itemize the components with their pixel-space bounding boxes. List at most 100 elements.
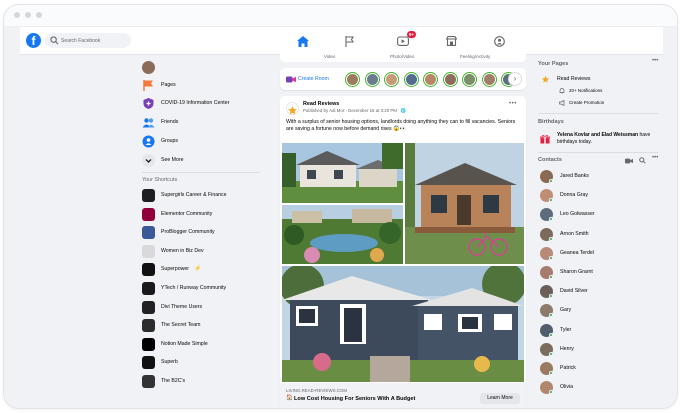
room-avatar[interactable] bbox=[404, 73, 418, 86]
contact-item[interactable]: Olivia bbox=[538, 380, 658, 395]
shortcut-item[interactable]: Superpower ⚡ bbox=[142, 263, 262, 277]
room-avatar[interactable] bbox=[365, 73, 379, 86]
link-preview[interactable]: LIVING.READ-REVIEWS.COM 🏠 Low Cost Housi… bbox=[280, 383, 526, 408]
more-options-icon[interactable]: ••• bbox=[509, 101, 517, 107]
search-box[interactable] bbox=[45, 33, 131, 48]
house-photo-main[interactable] bbox=[282, 266, 524, 382]
sponsored-post: Read Reviews Published by Adi Mor · Dece… bbox=[280, 96, 526, 408]
video-camera-icon bbox=[286, 76, 296, 83]
room-avatar[interactable] bbox=[463, 73, 476, 86]
contact-name: Patrick bbox=[560, 365, 576, 371]
shortcut-avatar bbox=[142, 207, 155, 221]
page-logo-icon[interactable] bbox=[286, 102, 299, 115]
contact-item[interactable]: Patrick bbox=[538, 361, 658, 376]
window-dot bbox=[36, 12, 42, 18]
sidebar-item-pages[interactable]: Pages bbox=[142, 79, 262, 93]
groups-icon bbox=[142, 135, 155, 148]
contact-item[interactable]: Donna Gray bbox=[538, 188, 658, 203]
contact-item[interactable]: Gary bbox=[538, 303, 658, 318]
sidebar-item-label: COVID-19 Information Center bbox=[161, 100, 230, 106]
shortcut-label: Superpower bbox=[161, 266, 189, 273]
contact-item[interactable]: Henry bbox=[538, 342, 658, 357]
tab-pages[interactable] bbox=[333, 30, 369, 52]
room-avatar[interactable] bbox=[424, 73, 437, 86]
contact-item[interactable]: Geanea Terdel bbox=[538, 246, 658, 261]
shortcut-avatar bbox=[142, 375, 155, 388]
your-pages-heading: Your Pages bbox=[538, 61, 569, 67]
contact-item[interactable]: Leo Golwasser bbox=[538, 207, 658, 222]
divider bbox=[538, 152, 658, 153]
online-status-dot bbox=[549, 332, 553, 337]
contact-item[interactable]: Jared Banks bbox=[538, 169, 658, 184]
shortcut-item[interactable]: YTech / Runway Community bbox=[142, 282, 262, 296]
shortcuts-heading: Your Shortcuts bbox=[142, 177, 178, 183]
shortcut-item[interactable]: Elementor Community bbox=[142, 207, 262, 222]
shortcut-item[interactable]: Women in Biz Dev bbox=[142, 244, 262, 259]
shortcut-item[interactable]: The Secret Team bbox=[142, 319, 262, 333]
contact-name: Henry bbox=[560, 345, 574, 352]
post-author[interactable]: Read Reviews bbox=[303, 101, 339, 107]
sidebar-item-label: Groups bbox=[161, 138, 179, 144]
room-avatar[interactable] bbox=[346, 73, 359, 86]
garden-photo[interactable] bbox=[282, 205, 403, 264]
shortcut-item[interactable]: Superb bbox=[142, 356, 262, 370]
facebook-logo-icon[interactable]: f bbox=[26, 33, 41, 48]
page-name[interactable]: Read Reviews bbox=[557, 76, 590, 82]
shortcut-item[interactable]: Supergirls Career & Finance bbox=[142, 189, 262, 203]
tab-marketplace[interactable] bbox=[434, 30, 470, 52]
sidebar-item-groups[interactable]: Groups bbox=[142, 135, 262, 149]
birthday-names[interactable]: Yelena Kovlar and Elad Weissman bbox=[557, 132, 638, 138]
tab-home[interactable] bbox=[285, 30, 321, 55]
more-options-icon[interactable]: ••• bbox=[652, 58, 658, 64]
composer-action-photo[interactable]: Photo/Video bbox=[390, 54, 414, 59]
shortcut-avatar bbox=[142, 189, 155, 202]
left-sidebar: Pages COVID-19 Information Center Friend… bbox=[138, 55, 268, 408]
contact-name: Geanea Terdel bbox=[560, 249, 594, 256]
shortcut-avatar bbox=[142, 319, 155, 333]
shortcut-label: The Secret Team bbox=[161, 322, 201, 329]
shortcut-item[interactable]: Divi Theme Users bbox=[142, 300, 262, 315]
shortcut-item[interactable]: Notion Made Simple bbox=[142, 337, 262, 352]
shortcut-item[interactable]: ProBlogger Community bbox=[142, 226, 262, 240]
room-avatar[interactable] bbox=[443, 73, 457, 86]
contact-name: Donna Gray bbox=[560, 192, 588, 199]
new-room-icon[interactable] bbox=[625, 158, 633, 164]
contact-name: Jared Banks bbox=[560, 173, 589, 179]
search-input[interactable] bbox=[61, 33, 129, 48]
window-dot bbox=[14, 12, 20, 18]
room-avatar[interactable] bbox=[482, 73, 496, 86]
create-room-label: Create Room bbox=[298, 76, 329, 82]
contact-name: Olivia bbox=[560, 384, 573, 391]
cottage-photo[interactable] bbox=[405, 143, 524, 264]
shortcut-avatar bbox=[142, 244, 155, 258]
profile-shortcut[interactable] bbox=[142, 61, 262, 75]
flag-icon bbox=[345, 36, 354, 47]
more-options-icon[interactable]: ••• bbox=[652, 155, 658, 161]
create-promotion-link[interactable]: Create Promotion bbox=[569, 100, 604, 105]
shortcut-label: Divi Theme Users bbox=[161, 303, 203, 310]
shortcut-avatar bbox=[142, 300, 155, 314]
shortcut-item[interactable]: The B2C's bbox=[142, 375, 262, 389]
notifications-link[interactable]: 20+ Notifications bbox=[569, 88, 602, 93]
contact-item[interactable]: Sharon Grarnt bbox=[538, 265, 658, 280]
sidebar-item-see-more[interactable]: See More bbox=[142, 154, 262, 168]
learn-more-button[interactable]: Learn More bbox=[480, 393, 520, 404]
browser-frame: f 9+ bbox=[3, 4, 678, 409]
search-icon[interactable] bbox=[639, 157, 646, 164]
online-status-dot bbox=[549, 217, 553, 222]
top-navigation-bar: f 9+ bbox=[20, 27, 663, 55]
sidebar-item-friends[interactable]: Friends bbox=[142, 116, 262, 130]
chevron-right-icon[interactable]: › bbox=[508, 72, 522, 86]
house-photo-1[interactable] bbox=[282, 143, 403, 203]
contact-item[interactable]: Tyler bbox=[538, 323, 658, 338]
tab-watch[interactable]: 9+ bbox=[385, 30, 421, 52]
contact-item[interactable]: Arnon Smith bbox=[538, 227, 658, 242]
room-avatar[interactable] bbox=[385, 73, 398, 86]
tab-groups[interactable] bbox=[482, 30, 518, 52]
birthday-text: Yelena Kovlar and Elad Weissman have bir… bbox=[557, 132, 661, 146]
online-status-dot bbox=[549, 351, 553, 356]
composer-action-video[interactable]: Video bbox=[324, 54, 335, 59]
sidebar-item-covid[interactable]: COVID-19 Information Center bbox=[142, 97, 262, 111]
contact-item[interactable]: David Silver bbox=[538, 284, 658, 299]
composer-action-feeling[interactable]: Feeling/Activity bbox=[460, 54, 490, 59]
